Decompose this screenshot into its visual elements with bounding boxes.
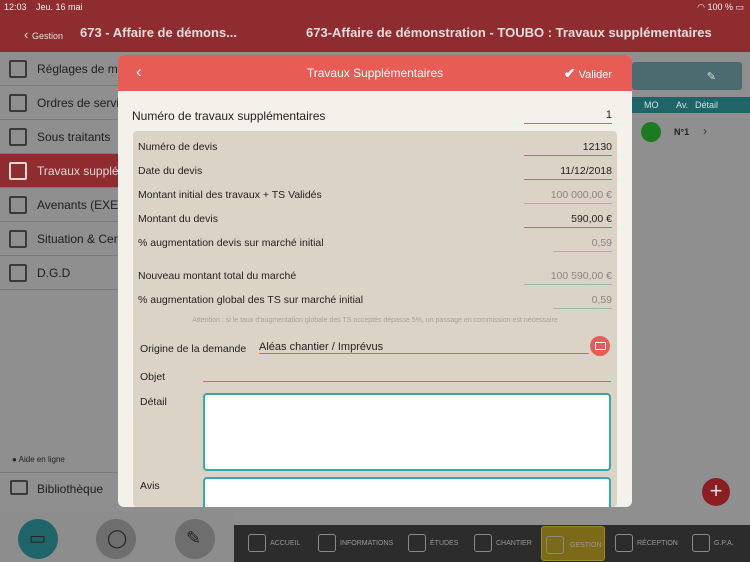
warning-text: Attention : si le taux d'augmentation gl… bbox=[192, 317, 558, 324]
add-button[interactable]: + bbox=[702, 478, 730, 506]
plus-icon: + bbox=[709, 478, 723, 503]
sidebar-item-label: Situation & Certi bbox=[37, 232, 124, 246]
travaux-modal: ‹ Travaux Supplémentaires ✔ Valider Numér… bbox=[118, 55, 632, 507]
document-icon bbox=[9, 94, 27, 112]
sidebar-item-label: Ordres de servic bbox=[37, 96, 126, 110]
valider-button[interactable]: ✔ Valider bbox=[564, 65, 612, 82]
user-icon: ◯ bbox=[107, 528, 128, 548]
wifi-icon: ◠ bbox=[697, 2, 708, 12]
battery-icon: ▭ bbox=[735, 2, 744, 12]
augmentation-devis-row: % augmentation devis sur marché initial … bbox=[138, 235, 612, 253]
numero-devis-input[interactable]: 12130 bbox=[583, 141, 612, 153]
modal-title: Travaux Supplémentaires bbox=[306, 66, 444, 80]
origine-picker-button[interactable] bbox=[590, 336, 610, 356]
augmentation-devis-value: 0,59 bbox=[591, 237, 612, 249]
list-icon bbox=[9, 230, 27, 248]
check-icon bbox=[615, 534, 633, 552]
tab-gestion[interactable]: GESTION bbox=[541, 526, 605, 561]
info-icon: ● bbox=[12, 455, 19, 464]
detail-label: Détail bbox=[140, 396, 167, 408]
folder-icon: ▭ bbox=[29, 528, 47, 548]
numero-ts-input[interactable]: 1 bbox=[606, 109, 612, 121]
project-title: 673 - Affaire de démons... bbox=[80, 25, 238, 40]
origine-underline bbox=[259, 353, 589, 354]
helmet-icon bbox=[474, 534, 492, 552]
avis-label: Avis bbox=[140, 480, 160, 492]
people-icon bbox=[9, 128, 27, 146]
table-icon bbox=[9, 264, 27, 282]
augmentation-global-value: 0,59 bbox=[591, 294, 612, 306]
avis-textarea[interactable] bbox=[203, 477, 611, 507]
profile-button[interactable]: ◯ bbox=[96, 519, 136, 559]
augmentation-global-row: % augmentation global des TS sur marché … bbox=[138, 292, 612, 310]
status-battery: ◠ 100 % ▭ bbox=[697, 2, 744, 12]
detail-textarea[interactable] bbox=[203, 393, 611, 471]
folder-button[interactable]: ▭ bbox=[18, 519, 58, 559]
sidebar-item-label: D.G.D bbox=[37, 266, 71, 280]
date-devis-row: Date du devis 11/12/2018 bbox=[138, 163, 612, 181]
objet-input[interactable] bbox=[203, 381, 611, 382]
home-icon bbox=[248, 534, 266, 552]
status-date: Jeu. 16 mai bbox=[36, 2, 83, 12]
back-button[interactable]: ‹ Gestion bbox=[24, 27, 63, 42]
nouveau-montant-value: 100 590,00 € bbox=[550, 270, 612, 282]
tab-bar: ACCUEIL INFORMATIONS ÉTUDES CHANTIER GES… bbox=[234, 525, 750, 562]
montant-devis-input[interactable]: 590,00 € bbox=[571, 213, 612, 225]
plus-icon bbox=[9, 162, 27, 180]
folder-icon bbox=[595, 342, 606, 350]
numero-ts-underline bbox=[524, 123, 612, 124]
chevron-right-icon[interactable]: › bbox=[703, 124, 707, 138]
info-icon bbox=[318, 534, 336, 552]
page-title: 673-Affaire de démonstration - TOUBO : T… bbox=[306, 25, 712, 40]
montant-devis-row: Montant du devis 590,00 € bbox=[138, 211, 612, 229]
column-av: Av. bbox=[676, 100, 689, 110]
modal-header: ‹ Travaux Supplémentaires ✔ Valider bbox=[118, 55, 632, 91]
notepad-icon: ✎ bbox=[186, 528, 202, 548]
sidebar-item-label: Réglages de mar bbox=[37, 62, 129, 76]
bottom-left-bar: ▭ ◯ ✎ bbox=[0, 512, 234, 562]
status-time: 12:03 bbox=[4, 2, 27, 12]
numero-ts-label: Numéro de travaux supplémentaires bbox=[132, 109, 326, 123]
montant-initial-value: 100 000,00 € bbox=[550, 189, 612, 201]
pencil-icon bbox=[408, 534, 426, 552]
status-bar: 12:03 Jeu. 16 mai ◠ 100 % ▭ bbox=[0, 0, 750, 14]
origine-label: Origine de la demande bbox=[140, 343, 247, 355]
table-header: MO Av. Détail bbox=[632, 97, 750, 113]
chart-icon bbox=[546, 536, 564, 554]
column-mo: MO bbox=[644, 100, 659, 110]
nouveau-montant-row: Nouveau montant total du marché 100 590,… bbox=[138, 268, 612, 286]
folder-icon bbox=[10, 480, 28, 495]
grid-icon bbox=[9, 60, 27, 78]
library-label: Bibliothèque bbox=[37, 482, 104, 496]
objet-label: Objet bbox=[140, 371, 166, 383]
top-bar: ‹ Gestion 673 - Affaire de démons... 673… bbox=[0, 14, 750, 52]
document-edit-icon bbox=[9, 196, 27, 214]
chevron-left-icon: ‹ bbox=[24, 27, 32, 42]
notes-button[interactable]: ✎ bbox=[175, 519, 215, 559]
devis-panel: Numéro de devis 12130 Date du devis 11/1… bbox=[133, 131, 617, 507]
shield-icon bbox=[692, 534, 710, 552]
sidebar-item-label: Travaux supplém bbox=[37, 164, 129, 178]
header-card bbox=[632, 62, 742, 90]
pencil-icon[interactable]: ✎ bbox=[707, 70, 716, 83]
numero-devis-row: Numéro de devis 12130 bbox=[138, 139, 612, 157]
origine-input[interactable]: Aléas chantier / Imprévus bbox=[259, 341, 383, 353]
avenant-number: N°1 bbox=[674, 127, 690, 137]
status-dot-icon bbox=[641, 122, 661, 142]
sidebar-item-label: Sous traitants bbox=[37, 130, 111, 144]
numero-ts-row: Numéro de travaux supplémentaires 1 bbox=[132, 107, 618, 127]
column-detail: Détail bbox=[695, 100, 719, 110]
montant-initial-row: Montant initial des travaux + TS Validés… bbox=[138, 187, 612, 205]
help-link[interactable]: ● Aide en ligne bbox=[12, 455, 65, 464]
checkmark-icon: ✔ bbox=[563, 65, 576, 81]
date-devis-input[interactable]: 11/12/2018 bbox=[560, 165, 612, 177]
